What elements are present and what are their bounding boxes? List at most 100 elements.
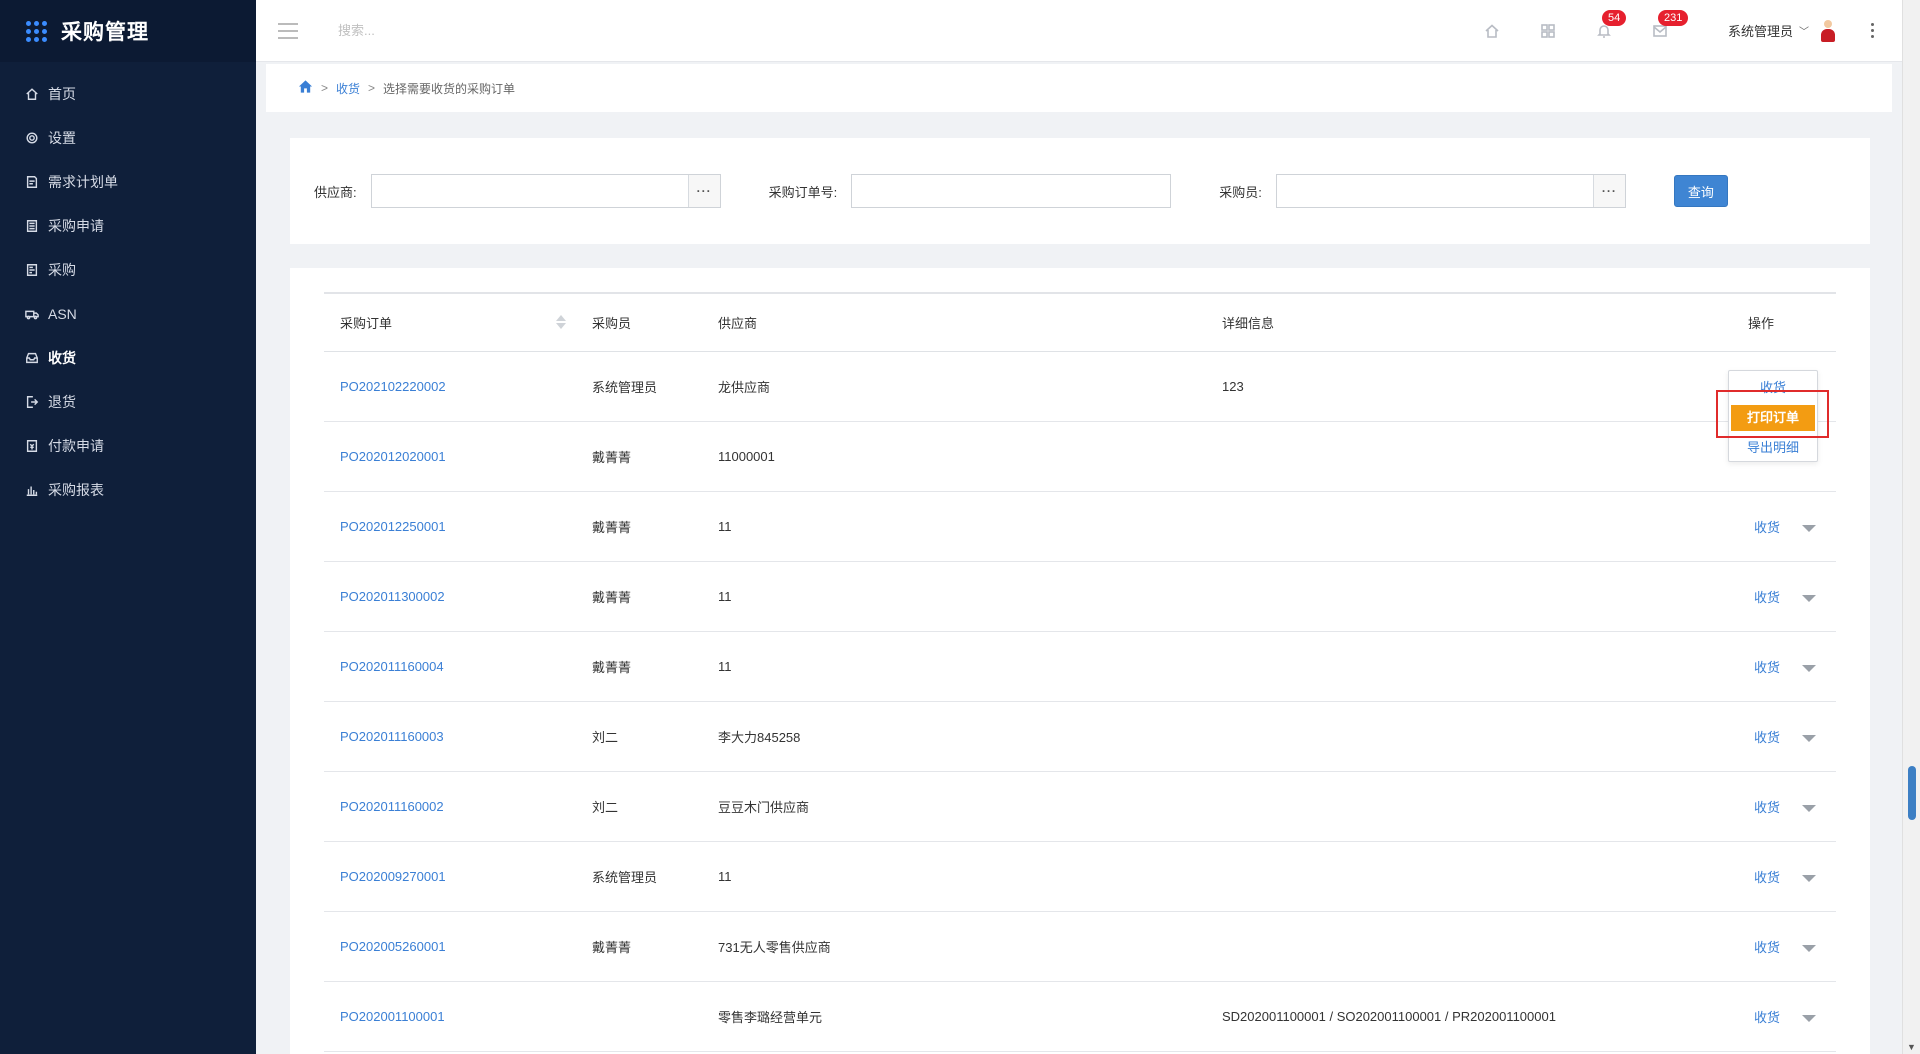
po-link[interactable]: PO202009270001 [324, 841, 576, 911]
order-number-label: 采购订单号: [768, 184, 838, 200]
sidebar-item-purchase-request[interactable]: 采购申请 [0, 204, 256, 248]
row-action-dropdown: 收货 打印订单 导出明细 [1728, 370, 1818, 462]
caret-down-icon[interactable] [1802, 1014, 1816, 1022]
buyer-cell [576, 981, 702, 1051]
receive-link[interactable]: 收货 [1754, 1010, 1780, 1025]
actions-cell: 收货 [1686, 841, 1836, 911]
po-link[interactable]: PO202001100001 [324, 981, 576, 1051]
receive-link[interactable]: 收货 [1754, 730, 1780, 745]
search-input[interactable] [338, 23, 638, 38]
menu-toggle-icon[interactable] [278, 22, 298, 39]
bell-icon[interactable]: 54 [1594, 9, 1627, 41]
supplier-cell: 11000001 [718, 448, 775, 464]
breadcrumb-home-icon[interactable] [298, 79, 313, 97]
sidebar-item-label: 付款申请 [48, 438, 104, 454]
po-link[interactable]: PO202102220002 [324, 351, 576, 421]
query-button[interactable]: 查询 [1673, 175, 1728, 207]
dropdown-item-export-detail[interactable]: 导出明细 [1729, 437, 1817, 456]
actions-cell: 收货 [1686, 561, 1836, 631]
sidebar-item-label: 需求计划单 [48, 174, 118, 190]
po-link[interactable]: PO202012020001 [324, 421, 576, 491]
order-number-input[interactable] [852, 175, 1171, 207]
supplier-cell: 11 [718, 518, 732, 534]
dropdown-item-print-order[interactable]: 打印订单 [1731, 405, 1815, 431]
caret-down-icon[interactable] [1802, 594, 1816, 602]
user-menu[interactable]: 系统管理员 ﹀ [1727, 19, 1835, 42]
buyer-cell: 戴菁菁 [592, 659, 632, 675]
actions-cell: 收货 [1686, 771, 1836, 841]
receive-link[interactable]: 收货 [1754, 660, 1780, 675]
sidebar-item-receiving[interactable]: 收货 [0, 336, 256, 380]
notification-badge: 54 [1601, 9, 1627, 26]
caret-down-icon[interactable] [1802, 944, 1816, 952]
sidebar-item-asn[interactable]: ASN [0, 292, 256, 336]
dropdown-item-receive[interactable]: 收货 [1729, 377, 1817, 396]
supplier-input[interactable] [371, 175, 688, 207]
top-header: 54 231 系统管理员 ﹀ [256, 0, 1902, 62]
caret-down-icon[interactable] [1802, 874, 1816, 882]
sort-icon[interactable] [556, 314, 566, 329]
caret-down-icon[interactable] [1802, 734, 1816, 742]
table-row: PO202005260001 戴菁菁 731无人零售供应商 收货 [324, 911, 1836, 981]
receive-link[interactable]: 收货 [1754, 800, 1780, 815]
po-link[interactable]: PO202011300002 [324, 561, 576, 631]
message-icon[interactable]: 231 [1650, 9, 1689, 41]
user-name: 系统管理员 [1727, 24, 1793, 39]
detail-cell: SD202001100001 / SO202001100001 / PR2020… [1222, 1008, 1556, 1024]
column-header-po[interactable]: 采购订单 [324, 293, 576, 351]
page-scrollbar[interactable]: ▼ [1902, 0, 1920, 1054]
sidebar-item-home[interactable]: 首页 [0, 72, 256, 116]
sidebar-item-label: 采购申请 [48, 218, 104, 234]
more-options-icon[interactable] [1871, 23, 1874, 38]
supplier-cell: 龙供应商 [718, 379, 771, 395]
column-header-supplier: 供应商 [718, 315, 758, 331]
scrollbar-thumb[interactable] [1908, 766, 1916, 820]
actions-cell: 收货 [1686, 911, 1836, 981]
po-link[interactable]: PO202011160004 [324, 631, 576, 701]
sidebar-item-label: 设置 [48, 130, 76, 146]
actions-cell: 收货 [1686, 631, 1836, 701]
buyer-lookup-button[interactable]: ··· [1592, 175, 1625, 207]
table-row: PO202012020001 戴菁菁 11000001 [324, 421, 1836, 491]
po-link[interactable]: PO202012250001 [324, 491, 576, 561]
avatar [1821, 19, 1835, 42]
buyer-input[interactable] [1276, 175, 1593, 207]
actions-cell: 收货 [1686, 981, 1836, 1051]
purchase-order-table: 采购订单 采购员 供应商 详细信息 操作 PO202102220002 系统管理… [324, 292, 1836, 1052]
po-link[interactable]: PO202011160002 [324, 771, 576, 841]
breadcrumb-separator: > [321, 81, 329, 95]
grid-icon[interactable] [1538, 21, 1558, 41]
table-row: PO202012250001 戴菁菁 11 收货 [324, 491, 1836, 561]
caret-down-icon[interactable] [1802, 664, 1816, 672]
brand[interactable]: 采购管理 [0, 0, 256, 62]
exit-icon [24, 394, 40, 410]
sidebar-item-purchase-report[interactable]: 采购报表 [0, 468, 256, 512]
sidebar-item-demand-plan[interactable]: 需求计划单 [0, 160, 256, 204]
breadcrumb-link-receiving[interactable]: 收货 [336, 80, 360, 97]
message-badge: 231 [1657, 9, 1689, 26]
column-header-buyer: 采购员 [592, 315, 632, 331]
breadcrumb-current: 选择需要收货的采购订单 [383, 81, 516, 96]
breadcrumb: > 收货 > 选择需要收货的采购订单 [266, 64, 1892, 112]
receive-link[interactable]: 收货 [1754, 520, 1780, 535]
detail-cell [1206, 491, 1686, 561]
table-panel: 采购订单 采购员 供应商 详细信息 操作 PO202102220002 系统管理… [290, 268, 1870, 1054]
caret-down-icon[interactable] [1802, 804, 1816, 812]
receive-link[interactable]: 收货 [1754, 870, 1780, 885]
receive-link[interactable]: 收货 [1754, 940, 1780, 955]
supplier-cell: 731无人零售供应商 [718, 939, 831, 955]
receive-link[interactable]: 收货 [1754, 590, 1780, 605]
gear-icon [24, 130, 40, 146]
sidebar-item-purchase[interactable]: 采购 [0, 248, 256, 292]
sidebar-item-settings[interactable]: 设置 [0, 116, 256, 160]
sidebar-item-payment-request[interactable]: 付款申请 [0, 424, 256, 468]
home-icon[interactable] [1482, 21, 1502, 41]
scroll-down-arrow-icon[interactable]: ▼ [1907, 1042, 1916, 1052]
supplier-cell: 豆豆木门供应商 [718, 799, 810, 815]
po-link[interactable]: PO202011160003 [324, 701, 576, 771]
caret-down-icon[interactable] [1802, 524, 1816, 532]
buyer-label: 采购员: [1219, 184, 1262, 200]
po-link[interactable]: PO202005260001 [324, 911, 576, 981]
supplier-lookup-button[interactable]: ··· [687, 175, 720, 207]
sidebar-item-return[interactable]: 退货 [0, 380, 256, 424]
